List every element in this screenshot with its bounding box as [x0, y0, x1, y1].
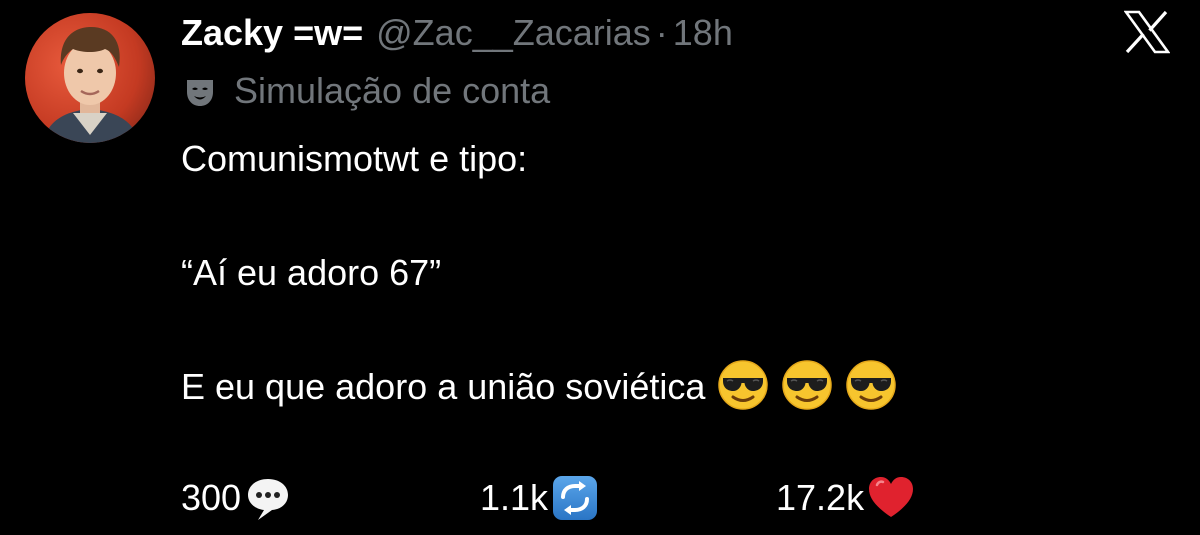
sunglasses-face-emoji [781, 359, 833, 411]
parody-mask-icon [184, 75, 216, 107]
avatar-photo [25, 13, 155, 143]
like-count: 17.2k [776, 476, 865, 518]
reply-count: 300 [181, 476, 242, 518]
repeat-arrows-emoji [550, 473, 600, 523]
author-handle[interactable]: @Zac__Zacarias [376, 12, 651, 54]
tweet-text: Comunismotwt e tipo: “Aí eu adoro 67” E … [181, 130, 1141, 415]
reply-button[interactable]: 300 [181, 470, 293, 525]
sunglasses-face-emoji [717, 359, 769, 411]
tweet-line: Comunismotwt e tipo: [181, 138, 528, 179]
speech-balloon-emoji [243, 473, 293, 523]
header-separator: · [655, 12, 668, 53]
tweet-line: “Aí eu adoro 67” [181, 252, 442, 293]
red-heart-emoji [866, 473, 916, 523]
parody-label-text: Simulação de conta [234, 70, 551, 111]
like-button[interactable]: 17.2k [776, 470, 916, 525]
author-display-name[interactable]: Zacky =w= [181, 12, 363, 54]
tweet-line-with-emoji: E eu que adoro a união soviética [181, 358, 1141, 415]
avatar[interactable] [25, 13, 155, 143]
x-logo-icon[interactable] [1123, 10, 1171, 54]
parody-account-label: Simulação de conta [184, 67, 550, 115]
tweet-blank-line [181, 187, 1141, 244]
tweet-header: Zacky =w= @Zac__Zacarias · 18h [181, 8, 733, 58]
tweet-blank-line [181, 301, 1141, 358]
tweet-timestamp[interactable]: 18h [673, 12, 733, 54]
repost-button[interactable]: 1.1k [480, 470, 600, 525]
tweet-line: E eu que adoro a união soviética [181, 366, 706, 407]
repost-count: 1.1k [480, 476, 549, 518]
tweet-action-bar: 300 1.1k 17.2k [0, 470, 1200, 525]
sunglasses-face-emoji [845, 359, 897, 411]
